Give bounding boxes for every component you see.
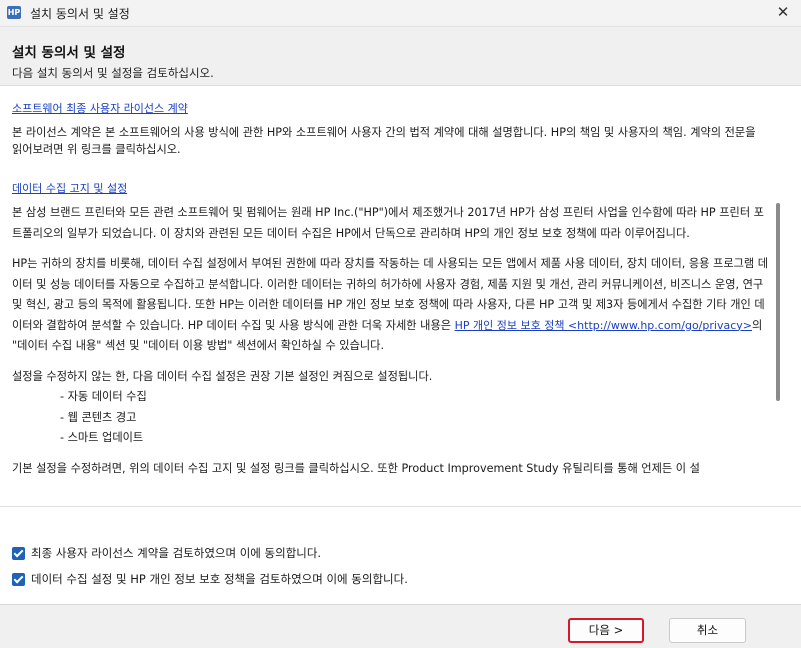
privacy-policy-link[interactable]: HP 개인 정보 보호 정책 <http://www.hp.com/go/pri… — [455, 319, 752, 332]
eula-description: 본 라이선스 계약은 본 소프트웨어의 사용 방식에 관한 HP와 소프트웨어 … — [12, 126, 756, 156]
dialog-content: 소프트웨어 최종 사용자 라이선스 계약 본 라이선스 계약은 본 소프트웨어의… — [0, 86, 801, 506]
eula-agree-label: 최종 사용자 라이선스 계약을 검토하였으며 이에 동의합니다. — [31, 546, 322, 560]
next-button[interactable]: 다음 > — [568, 618, 644, 643]
para-default-settings: 설정을 수정하지 않는 한, 다음 데이터 수집 설정은 권장 기본 설정인 켜… — [12, 369, 433, 383]
scrollbar-thumb[interactable] — [776, 203, 780, 401]
dialog-header: 설치 동의서 및 설정 다음 설치 동의서 및 설정을 검토하십시오. — [0, 27, 801, 86]
data-collection-text: 본 삼성 브랜드 프린터와 모든 관련 소프트웨어 및 펌웨어는 원래 HP I… — [12, 203, 770, 489]
title-bar: HP 설치 동의서 및 설정 ✕ — [0, 0, 801, 27]
privacy-agree-row[interactable]: 데이터 수집 설정 및 HP 개인 정보 보호 정책을 검토하였으며 이에 동의… — [12, 571, 408, 587]
hp-app-icon: HP — [7, 6, 21, 19]
data-collection-link[interactable]: 데이터 수집 고지 및 설정 — [12, 180, 127, 196]
para-samsung-printer: 본 삼성 브랜드 프린터와 모든 관련 소프트웨어 및 펌웨어는 원래 HP I… — [12, 206, 764, 240]
eula-agree-row[interactable]: 최종 사용자 라이선스 계약을 검토하였으며 이에 동의합니다. — [12, 545, 321, 561]
divider — [0, 506, 801, 507]
dialog-footer: 다음 > 취소 — [0, 605, 801, 648]
setting-item: - 웹 콘텐츠 경고 — [60, 410, 137, 424]
setting-item: - 자동 데이터 수집 — [60, 390, 147, 403]
para-data-usage: HP는 귀하의 장치를 비롯해, 데이터 수집 설정에서 부여된 권한에 따라 … — [12, 254, 770, 357]
privacy-agree-checkbox[interactable] — [12, 572, 25, 586]
data-collection-text-area[interactable]: 본 삼성 브랜드 프린터와 모든 관련 소프트웨어 및 펌웨어는 원래 HP I… — [0, 203, 780, 506]
header-subtitle: 다음 설치 동의서 및 설정을 검토하십시오. — [12, 66, 214, 80]
close-icon[interactable]: ✕ — [765, 0, 801, 26]
setting-item: - 스마트 업데이트 — [60, 431, 144, 444]
header-title: 설치 동의서 및 설정 — [12, 45, 126, 61]
para-modify-settings: 기본 설정을 수정하려면, 위의 데이터 수집 고지 및 설정 링크를 클릭하십… — [12, 461, 700, 475]
privacy-agree-label: 데이터 수집 설정 및 HP 개인 정보 보호 정책을 검토하였으며 이에 동의… — [31, 572, 408, 586]
eula-agree-checkbox[interactable] — [12, 546, 25, 560]
eula-link[interactable]: 소프트웨어 최종 사용자 라이선스 계약 — [12, 100, 188, 116]
cancel-button[interactable]: 취소 — [669, 618, 746, 643]
window-title: 설치 동의서 및 설정 — [30, 7, 130, 21]
